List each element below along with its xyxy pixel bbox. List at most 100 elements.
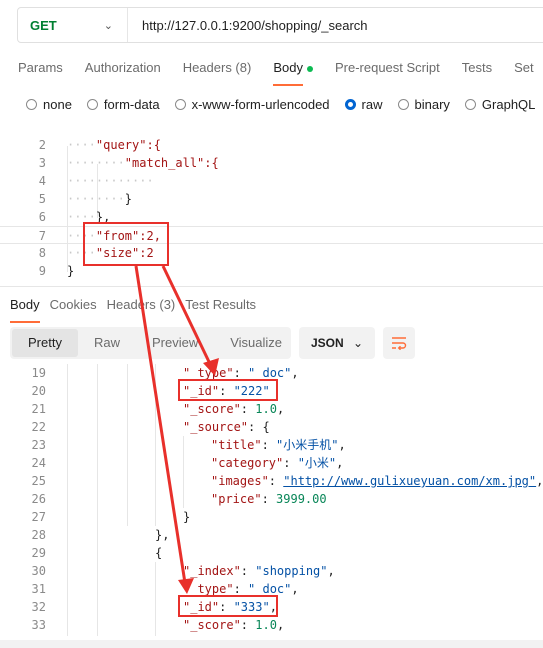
json-sep: : (283, 456, 298, 470)
editor-line: 6 ····}, (0, 208, 543, 226)
json-value: "_doc" (248, 582, 292, 596)
line-number: 9 (38, 264, 46, 278)
line-number: 27 (31, 510, 46, 524)
json-key: "_index" (183, 564, 241, 578)
json-link-value[interactable]: "http://www.gulixueyuan.com/xm.jpg" (283, 474, 536, 488)
editor-line: 8 ····"size":2 (0, 244, 543, 262)
response-line: 27} (0, 508, 543, 526)
json-sep: : (268, 474, 284, 488)
response-tab-cookies[interactable]: Cookies (50, 297, 97, 312)
response-line: 21 "_score": 1.0, (0, 400, 543, 418)
wrap-lines-icon (392, 337, 407, 350)
tab-pre-request-script[interactable]: Pre-request Script (335, 60, 440, 75)
radio-circle-icon (174, 99, 186, 110)
tab-body[interactable]: Body (273, 60, 313, 86)
radio-label: form-data (103, 97, 160, 112)
tab-headers[interactable]: Headers (8) (183, 60, 252, 75)
tab-settings[interactable]: Set (514, 60, 534, 75)
radio-selected-icon (344, 99, 356, 110)
tab-authorization[interactable]: Authorization (85, 60, 161, 75)
response-line: 33 "_score": 1.0, (0, 616, 543, 634)
json-sep: : (248, 420, 263, 434)
format-label: JSON (311, 336, 344, 350)
json-sep: : (261, 438, 277, 452)
json-value: "小米手机" (276, 438, 339, 452)
radio-x-www-form-urlencoded[interactable]: x-www-form-urlencoded (174, 97, 330, 112)
editor-code: } (124, 192, 133, 206)
radio-label: raw (361, 97, 383, 112)
tab-tests[interactable]: Tests (462, 60, 492, 75)
line-number: 23 (31, 438, 46, 452)
json-end: , (336, 456, 344, 470)
line-number: 33 (31, 618, 46, 632)
line-number: 28 (31, 528, 46, 542)
line-number: 21 (31, 402, 46, 416)
json-sep: : (261, 492, 277, 506)
request-body-editor[interactable]: 2 ····"query":{ 3 ········"match_all":{ 4 ·… (0, 136, 543, 284)
json-value: { (262, 420, 270, 434)
panel-divider[interactable] (0, 286, 543, 287)
line-number: 31 (31, 582, 46, 596)
json-sep: : (240, 402, 256, 416)
radio-graphql[interactable]: GraphQL (464, 97, 536, 112)
annotation-box-id-333 (178, 595, 278, 617)
radio-circle-icon (397, 99, 409, 110)
editor-code: } (67, 264, 75, 278)
line-number: 25 (31, 474, 46, 488)
json-end: , (291, 366, 299, 380)
view-preview[interactable]: Preview (136, 329, 214, 357)
json-value: 1.0 (255, 402, 277, 416)
json-end: , (291, 582, 299, 596)
request-url-bar: GET ⌄ http://127.0.0.1:9200/shopping/_se… (17, 7, 543, 43)
line-number: 19 (31, 366, 46, 380)
format-select[interactable]: JSON ⌄ (299, 327, 375, 359)
response-tabs: Body Cookies Headers (3) Test Results (10, 297, 266, 323)
json-value: "小米" (297, 456, 337, 470)
json-sep: : (233, 582, 249, 596)
url-input[interactable]: http://127.0.0.1:9200/shopping/_search (128, 18, 368, 33)
response-tab-body[interactable]: Body (10, 297, 40, 323)
line-number: 22 (31, 420, 46, 434)
tab-params[interactable]: Params (18, 60, 63, 75)
annotation-box-id-222 (178, 379, 278, 401)
body-indicator-dot (306, 65, 313, 72)
editor-line: 2 ····"query":{ (0, 136, 543, 154)
radio-circle-icon (464, 99, 476, 110)
editor-code: "query":{ (95, 138, 161, 152)
response-line: 24 "category": "小米", (0, 454, 543, 472)
wrap-lines-button[interactable] (383, 327, 415, 359)
response-line: 25 "images": "http://www.gulixueyuan.com/… (0, 472, 543, 490)
radio-circle-icon (86, 99, 98, 110)
json-key: "category" (211, 456, 284, 470)
line-number: 6 (38, 210, 46, 224)
view-raw[interactable]: Raw (78, 329, 136, 357)
radio-form-data[interactable]: form-data (86, 97, 160, 112)
radio-none[interactable]: none (26, 97, 72, 112)
radio-raw[interactable]: raw (344, 97, 383, 112)
json-key: "_source" (183, 420, 249, 434)
editor-code: "match_all":{ (124, 156, 219, 170)
json-end: , (276, 618, 285, 632)
view-pretty[interactable]: Pretty (12, 329, 78, 357)
response-tab-test-results[interactable]: Test Results (185, 297, 256, 312)
radio-binary[interactable]: binary (397, 97, 450, 112)
chevron-down-icon: ⌄ (352, 336, 363, 350)
response-line: 30 "_index": "shopping", (0, 562, 543, 580)
json-value: "shopping" (255, 564, 328, 578)
radio-circle-icon (26, 99, 37, 110)
json-key: "price" (211, 492, 262, 506)
editor-line: 3 ········"match_all":{ (0, 154, 543, 172)
method-select[interactable]: GET ⌄ (18, 8, 128, 42)
editor-line-current: 7 ····"from":2, (0, 226, 543, 244)
json-end: , (338, 438, 346, 452)
response-tab-headers[interactable]: Headers (3) (107, 297, 176, 312)
body-type-radios: none form-data x-www-form-urlencoded raw… (26, 97, 543, 112)
view-visualize[interactable]: Visualize (214, 329, 298, 357)
response-line: 29 { (0, 544, 543, 562)
radio-label: GraphQL (481, 97, 536, 112)
json-key: "title" (211, 438, 262, 452)
json-brace: { (155, 546, 163, 560)
json-brace: }, (155, 528, 170, 542)
status-bar (0, 640, 543, 648)
json-sep: : (240, 564, 256, 578)
